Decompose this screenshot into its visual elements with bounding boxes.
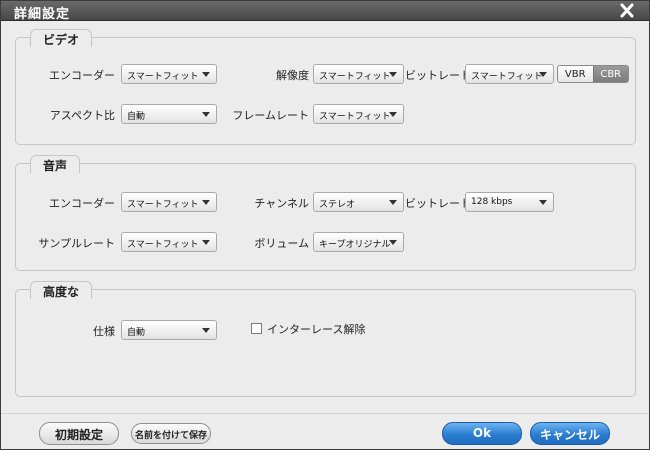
chevron-down-icon xyxy=(539,200,547,205)
reset-defaults-button[interactable]: 初期設定 xyxy=(39,422,119,445)
framerate-dropdown[interactable]: スマートフィット xyxy=(313,104,404,124)
spec-value: 自動 xyxy=(127,328,146,338)
rate-mode-toggle: VBR CBR xyxy=(557,65,629,83)
deinterlace-label: インターレース解除 xyxy=(267,323,366,336)
chevron-down-icon xyxy=(202,240,210,245)
video-encoder-value: スマートフィット xyxy=(127,72,199,82)
chevron-down-icon xyxy=(202,72,210,77)
ok-button[interactable]: Ok xyxy=(442,422,522,445)
volume-label: ボリューム xyxy=(254,237,309,250)
chevron-down-icon xyxy=(202,200,210,205)
audio-legend: 音声 xyxy=(30,155,81,173)
volume-value: キープオリジナル xyxy=(319,240,391,250)
samplerate-dropdown[interactable]: スマートフィット xyxy=(121,232,217,252)
resolution-label: 解像度 xyxy=(276,69,309,82)
volume-dropdown[interactable]: キープオリジナル xyxy=(313,232,404,252)
video-encoder-dropdown[interactable]: スマートフィット xyxy=(121,64,217,84)
chevron-down-icon xyxy=(389,200,397,205)
channel-dropdown[interactable]: ステレオ xyxy=(313,192,404,212)
advanced-legend: 高度な xyxy=(30,281,93,299)
aspect-ratio-label: アスペクト比 xyxy=(49,109,115,122)
title-bar: 詳細設定 xyxy=(1,1,649,22)
channel-value: ステレオ xyxy=(319,200,356,210)
samplerate-label: サンプルレート xyxy=(38,237,115,250)
framerate-label: フレームレート xyxy=(232,109,309,122)
save-as-button[interactable]: 名前を付けて保存 xyxy=(131,423,211,444)
aspect-ratio-value: 自動 xyxy=(127,112,146,122)
chevron-down-icon xyxy=(389,112,397,117)
video-bitrate-label: ビットレート xyxy=(405,69,471,82)
channel-label: チャンネル xyxy=(254,197,309,210)
cbr-option[interactable]: CBR xyxy=(592,66,628,82)
footer-divider xyxy=(1,413,649,414)
close-icon[interactable] xyxy=(619,2,635,19)
audio-bitrate-dropdown[interactable]: 128 kbps xyxy=(465,192,554,212)
vbr-option[interactable]: VBR xyxy=(558,66,593,82)
audio-encoder-dropdown[interactable]: スマートフィット xyxy=(121,192,217,212)
deinterlace-checkbox[interactable] xyxy=(251,323,262,334)
chevron-down-icon xyxy=(202,112,210,117)
aspect-ratio-dropdown[interactable]: 自動 xyxy=(121,104,217,124)
framerate-value: スマートフィット xyxy=(319,112,391,122)
chevron-down-icon xyxy=(389,240,397,245)
chevron-down-icon xyxy=(389,72,397,77)
chevron-down-icon xyxy=(202,328,210,333)
audio-encoder-label: エンコーダー xyxy=(49,197,115,210)
video-bitrate-dropdown[interactable]: スマートフィット xyxy=(465,64,554,84)
resolution-value: スマートフィット xyxy=(319,72,391,82)
cancel-button[interactable]: キャンセル xyxy=(530,422,610,445)
video-encoder-label: エンコーダー xyxy=(49,69,115,82)
advanced-settings-dialog: 詳細設定 ビデオ エンコーダー スマートフィット 解像度 スマートフィット ビッ… xyxy=(0,0,650,450)
audio-bitrate-label: ビットレート xyxy=(405,197,471,210)
chevron-down-icon xyxy=(539,72,547,77)
advanced-group: 高度な xyxy=(15,281,636,397)
audio-bitrate-value: 128 kbps xyxy=(471,197,513,207)
video-legend: ビデオ xyxy=(30,29,93,47)
audio-encoder-value: スマートフィット xyxy=(127,200,199,210)
spec-label: 仕様 xyxy=(93,325,115,338)
spec-dropdown[interactable]: 自動 xyxy=(121,320,217,340)
window-title: 詳細設定 xyxy=(14,7,71,22)
resolution-dropdown[interactable]: スマートフィット xyxy=(313,64,404,84)
audio-group: 音声 xyxy=(15,155,636,271)
video-group: ビデオ xyxy=(15,29,636,145)
video-bitrate-value: スマートフィット xyxy=(471,72,543,82)
samplerate-value: スマートフィット xyxy=(127,240,199,250)
